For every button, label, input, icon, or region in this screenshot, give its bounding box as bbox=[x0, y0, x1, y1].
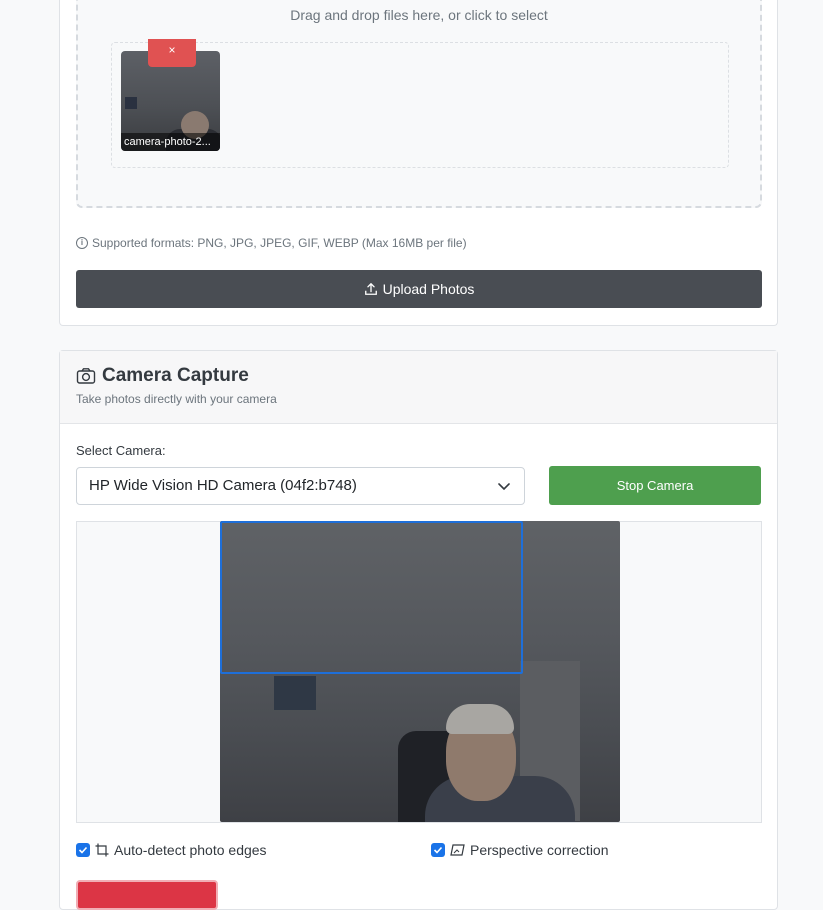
camera-capture-title: Camera Capture bbox=[76, 365, 249, 387]
camera-capture-card: Camera Capture Take photos directly with… bbox=[59, 350, 778, 910]
edge-detection-box bbox=[220, 521, 523, 674]
camera-title-text: Camera Capture bbox=[102, 365, 249, 386]
thumbnail-background bbox=[125, 97, 137, 109]
video-person-hair bbox=[446, 704, 514, 734]
upload-photos-button[interactable]: Upload Photos bbox=[76, 270, 762, 308]
camera-card-header: Camera Capture Take photos directly with… bbox=[60, 351, 777, 424]
video-wall-poster bbox=[274, 676, 316, 710]
auto-detect-label: Auto-detect photo edges bbox=[114, 842, 267, 858]
camera-select[interactable]: HP Wide Vision HD Camera (04f2:b748) bbox=[76, 467, 525, 505]
auto-detect-option[interactable]: Auto-detect photo edges bbox=[76, 842, 267, 858]
select-camera-label: Select Camera: bbox=[76, 443, 166, 458]
upload-card: Drag and drop files here, or click to se… bbox=[59, 0, 778, 326]
capture-button[interactable] bbox=[76, 880, 218, 910]
camera-video-feed[interactable] bbox=[220, 521, 620, 822]
chevron-down-icon bbox=[498, 483, 510, 491]
perspective-option[interactable]: Perspective correction bbox=[431, 842, 609, 858]
supported-formats-note: i Supported formats: PNG, JPG, JPEG, GIF… bbox=[76, 236, 467, 250]
auto-detect-checkbox[interactable] bbox=[76, 843, 90, 857]
info-icon: i bbox=[76, 237, 88, 249]
supported-formats-text: Supported formats: PNG, JPG, JPEG, GIF, … bbox=[92, 236, 467, 250]
preview-area: camera-photo-2... × bbox=[111, 39, 729, 168]
camera-icon bbox=[76, 368, 96, 384]
perspective-checkbox[interactable] bbox=[431, 843, 445, 857]
video-container bbox=[76, 521, 762, 823]
camera-select-value: HP Wide Vision HD Camera (04f2:b748) bbox=[89, 477, 357, 494]
thumbnail-filename: camera-photo-2... bbox=[121, 133, 220, 151]
perspective-label: Perspective correction bbox=[470, 842, 609, 858]
upload-photos-label: Upload Photos bbox=[382, 281, 475, 297]
drop-hint: Drag and drop files here, or click to se… bbox=[290, 7, 548, 23]
crop-icon bbox=[95, 843, 109, 857]
camera-subtitle: Take photos directly with your camera bbox=[76, 392, 277, 406]
stop-camera-button[interactable]: Stop Camera bbox=[549, 466, 761, 505]
perspective-icon bbox=[450, 844, 465, 856]
remove-photo-button[interactable]: × bbox=[148, 39, 196, 67]
check-icon bbox=[78, 846, 88, 854]
upload-icon bbox=[364, 283, 377, 295]
dropzone[interactable]: Drag and drop files here, or click to se… bbox=[76, 0, 762, 208]
check-icon bbox=[433, 846, 443, 854]
